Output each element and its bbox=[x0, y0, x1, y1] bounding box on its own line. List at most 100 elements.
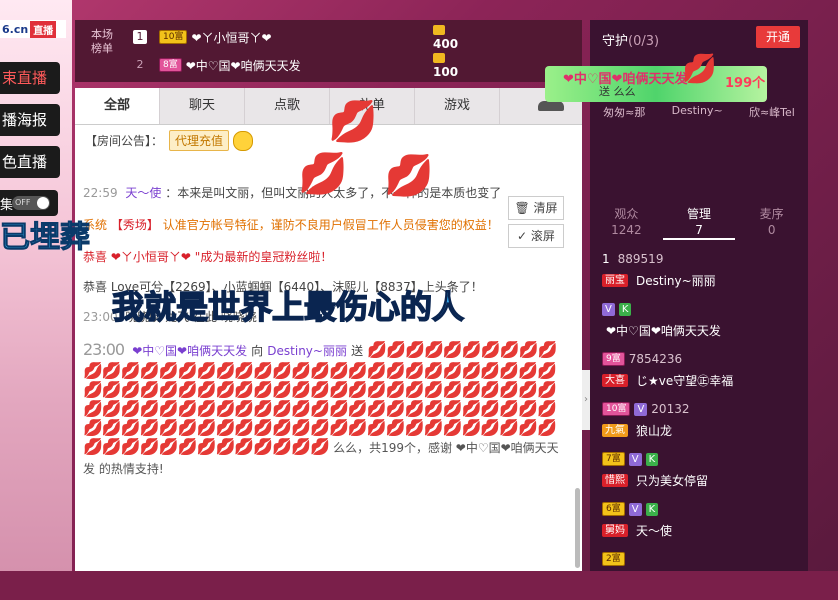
guard-name[interactable]: 欣≈峰Tel bbox=[749, 104, 795, 120]
user-name[interactable]: ❤中♡国❤咱俩天天发 bbox=[606, 322, 721, 339]
msg-time: 23:00 bbox=[83, 340, 125, 359]
user-row[interactable]: VK ❤中♡国❤咱俩天天发 bbox=[602, 300, 802, 350]
msg-time: 22:59 bbox=[83, 186, 118, 200]
gift-sender[interactable]: ❤中♡国❤咱俩天天发 bbox=[132, 344, 247, 358]
lips-effect-icon: 💋 bbox=[298, 151, 348, 197]
system-message: 系统 【秀场】 认准官方帐号特征，谨防不良用户假冒工作人员侵害您的权益！ bbox=[83, 216, 558, 234]
tab-audience[interactable]: 观众 1242 bbox=[590, 206, 663, 240]
tab-admin[interactable]: 管理 7 bbox=[662, 206, 736, 240]
toggle-pill[interactable]: OFF bbox=[12, 196, 50, 210]
k-icon: K bbox=[645, 502, 659, 516]
fan-tag: 九氣 bbox=[602, 423, 628, 437]
vip-icon: V bbox=[634, 402, 648, 416]
user-level: 9富 bbox=[602, 352, 625, 366]
user-row[interactable]: 2富 bbox=[602, 550, 802, 600]
tab-count: 7 bbox=[695, 223, 703, 237]
guard-name[interactable]: 匆匆≈那 bbox=[603, 104, 645, 120]
chat-scrollbar[interactable] bbox=[575, 488, 580, 568]
tab-mic-queue[interactable]: 麦序 0 bbox=[735, 206, 808, 240]
coin-icon: 400 bbox=[433, 23, 458, 51]
gift-to-label: 向 bbox=[251, 344, 264, 358]
guard-list: 匆匆≈那 Destiny~ 欣≈峰Tel bbox=[590, 104, 808, 120]
msg-user[interactable]: ❤ㄚ小恒哥ㄚ❤ bbox=[111, 250, 191, 264]
msg-user[interactable]: 天～使 bbox=[125, 186, 161, 200]
user-row[interactable]: 1 889519 丽宝 Destiny~丽丽 bbox=[602, 250, 802, 300]
gift-banner: ❤中♡国❤咱俩天天发 送 么么 199个 bbox=[545, 66, 767, 102]
overlay-text-1: 已埋葬 bbox=[0, 220, 91, 256]
user-list: 1 889519 丽宝 Destiny~丽丽 VK ❤中♡国❤咱俩天天发 9富 785… bbox=[602, 250, 802, 600]
vip-icon: V bbox=[628, 502, 642, 516]
color-live-button[interactable]: 色直播 bbox=[0, 146, 60, 178]
fan-message: 恭喜 ❤ㄚ小恒哥ㄚ❤ "成为最新的皇冠粉丝啦！ bbox=[83, 248, 558, 266]
viewer-tabs: 观众 1242 管理 7 麦序 0 bbox=[590, 206, 808, 240]
user-name[interactable]: 狼山龙 bbox=[636, 422, 672, 439]
user-row[interactable]: 10富 V 20132 九氣 狼山龙 bbox=[602, 400, 802, 450]
user-name[interactable]: 只为美女停留 bbox=[636, 472, 708, 489]
room-notice: 【房间公告】： 代理充值 bbox=[85, 130, 254, 151]
scroll-label: 滚屏 bbox=[530, 229, 555, 243]
user-level: 2富 bbox=[602, 552, 625, 566]
vip-icon: V bbox=[602, 302, 615, 316]
user-level: 1 bbox=[602, 252, 610, 266]
tab-chat[interactable]: 聊天 bbox=[160, 88, 245, 124]
live-badge: 直播 bbox=[30, 20, 57, 38]
right-panel: 守护(0/3) 开通 匆匆≈那 Destiny~ 欣≈峰Tel 观众 1242 管… bbox=[590, 20, 808, 571]
guard-name[interactable]: Destiny~ bbox=[672, 104, 723, 120]
recharge-agent-button[interactable]: 代理充值 bbox=[169, 130, 230, 151]
clear-screen-button[interactable]: 🗑 清屏 bbox=[508, 196, 564, 220]
level-badge: 8富 bbox=[159, 58, 182, 72]
notice-label: 【房间公告】： bbox=[85, 134, 164, 148]
msg-text: "成为最新的皇冠粉丝啦！ bbox=[194, 250, 333, 264]
k-icon: K bbox=[645, 452, 659, 466]
site-domain: 6.cn bbox=[2, 22, 29, 36]
panel-expand-handle[interactable]: › bbox=[582, 370, 590, 430]
scroll-lock-button[interactable]: ✓ 滚屏 bbox=[508, 224, 564, 248]
fan-tag: 丽宝 bbox=[602, 273, 628, 287]
coin-icon: 100 bbox=[433, 51, 458, 79]
user-row[interactable]: 7富 V K 惜熙 只为美女停留 bbox=[602, 450, 802, 500]
tab-label: 观众 bbox=[614, 207, 639, 221]
rank-board: 本场榜单 1 10富 ❤ㄚ小恒哥ㄚ❤ 400 2 8富 ❤中♡国❤咱俩天天发 1… bbox=[75, 20, 582, 82]
msg-tag: 【秀场】 bbox=[110, 218, 159, 232]
guard-title: 守护 bbox=[602, 34, 629, 49]
rank-row[interactable]: 1 10富 ❤ㄚ小恒哥ㄚ❤ 400 bbox=[133, 26, 458, 51]
user-id: 889519 bbox=[617, 252, 664, 266]
tab-count: 1242 bbox=[611, 223, 642, 237]
rank-label[interactable]: 本场榜单 bbox=[87, 28, 117, 56]
msg-text: 认准官方帐号特征，谨防不良用户假冒工作人员侵害您的权益！ bbox=[162, 218, 499, 232]
user-name[interactable]: Destiny~丽丽 bbox=[636, 272, 716, 289]
user-id: 20132 bbox=[651, 402, 690, 416]
fan-tag: 惜熙 bbox=[602, 473, 628, 487]
vip-icon: V bbox=[628, 452, 642, 466]
tab-game[interactable]: 游戏 bbox=[415, 88, 500, 124]
user-row[interactable]: 9富 7854236 大喜 じ★ve守望㊣幸福 bbox=[602, 350, 802, 400]
user-level: 6富 bbox=[602, 502, 625, 516]
user-name[interactable]: じ★ve守望㊣幸福 bbox=[636, 372, 733, 389]
user-row[interactable]: 6富 V K 舅妈 天～使 bbox=[602, 500, 802, 550]
tab-all[interactable]: 全部 bbox=[75, 88, 160, 124]
lips-effect-icon: 💋 bbox=[682, 52, 717, 85]
level-badge: 10富 bbox=[159, 30, 188, 44]
gift-banner-text: 送 么么 bbox=[599, 85, 636, 98]
tab-song[interactable]: 点歌 bbox=[245, 88, 330, 124]
end-live-button[interactable]: 束直播 bbox=[0, 62, 60, 94]
rank-num: 2 bbox=[136, 58, 144, 71]
rank-row[interactable]: 2 8富 ❤中♡国❤咱俩天天发 100 bbox=[133, 54, 458, 79]
fan-tag: 大喜 bbox=[602, 373, 628, 387]
site-logo-bar: 6.cn 直播 bbox=[0, 20, 66, 38]
poster-button[interactable]: 播海报 bbox=[0, 104, 60, 136]
user-id: 7854236 bbox=[628, 352, 683, 366]
lips-effect-icon: 💋 bbox=[384, 153, 434, 199]
rank-name[interactable]: ❤中♡国❤咱俩天天发 bbox=[186, 57, 301, 74]
gift-receiver[interactable]: Destiny~丽丽 bbox=[267, 344, 347, 358]
gift-message: 23:00 ❤中♡国❤咱俩天天发 向 Destiny~丽丽 送 💋💋💋💋💋💋💋💋… bbox=[83, 340, 563, 479]
clear-label: 清屏 bbox=[533, 201, 558, 215]
open-guard-button[interactable]: 开通 bbox=[756, 26, 800, 48]
tab-label: 管理 bbox=[687, 207, 712, 221]
user-name[interactable]: 天～使 bbox=[636, 522, 672, 539]
tab-label: 麦序 bbox=[759, 207, 784, 221]
guard-header: 守护(0/3) bbox=[602, 30, 659, 49]
rank-name[interactable]: ❤ㄚ小恒哥ㄚ❤ bbox=[191, 29, 271, 46]
fan-tag: 舅妈 bbox=[602, 523, 628, 537]
smile-icon bbox=[233, 130, 254, 151]
